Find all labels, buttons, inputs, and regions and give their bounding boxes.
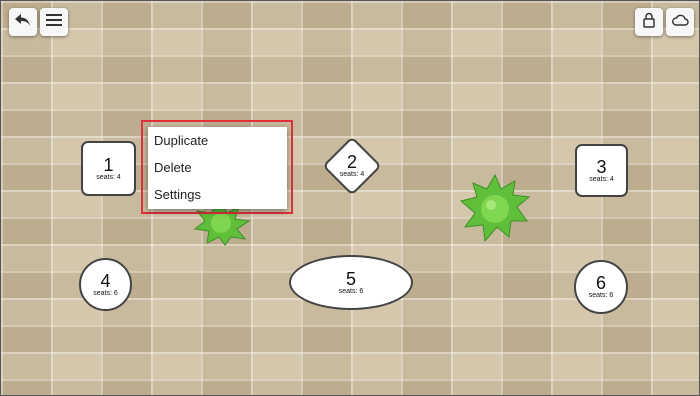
menu-button[interactable]	[40, 8, 68, 36]
context-menu: Duplicate Delete Settings	[148, 127, 287, 209]
plant-icon[interactable]	[457, 173, 533, 252]
floor-plan-canvas[interactable]: 1 seats: 4 2 seats: 4 3 seats: 4 4 seats…	[0, 0, 700, 396]
table-number: 5	[345, 268, 356, 289]
hamburger-menu-icon	[46, 13, 62, 32]
table-number: 4	[100, 270, 111, 291]
table-number: 6	[595, 273, 606, 293]
menu-item-delete[interactable]: Delete	[148, 154, 287, 181]
table-seats: seats: 6	[588, 292, 614, 299]
table-3[interactable]: 3 seats: 4	[575, 144, 628, 197]
table-seats: seats: 6	[93, 289, 118, 297]
table-seats: seats: 4	[589, 175, 614, 183]
table-number: 2	[346, 152, 357, 172]
table-number: 3	[596, 156, 607, 177]
cloud-button[interactable]	[666, 8, 694, 36]
table-seats: seats: 4	[96, 173, 121, 181]
table-seats: seats: 4	[339, 171, 365, 178]
table-1[interactable]: 1 seats: 4	[81, 141, 136, 196]
menu-item-settings[interactable]: Settings	[148, 181, 287, 208]
table-number: 1	[103, 154, 114, 175]
back-button[interactable]	[9, 8, 37, 36]
cloud-icon	[671, 13, 689, 32]
undo-arrow-icon	[14, 12, 32, 33]
table-4[interactable]: 4 seats: 6	[79, 258, 132, 311]
menu-item-duplicate[interactable]: Duplicate	[148, 127, 287, 154]
lock-button[interactable]	[635, 8, 663, 36]
lock-icon	[642, 12, 656, 33]
table-2[interactable]: 2 seats: 4	[321, 135, 383, 197]
table-5[interactable]: 5 seats: 6	[289, 255, 413, 310]
table-seats: seats: 6	[338, 287, 364, 295]
table-6[interactable]: 6 seats: 6	[574, 260, 628, 314]
